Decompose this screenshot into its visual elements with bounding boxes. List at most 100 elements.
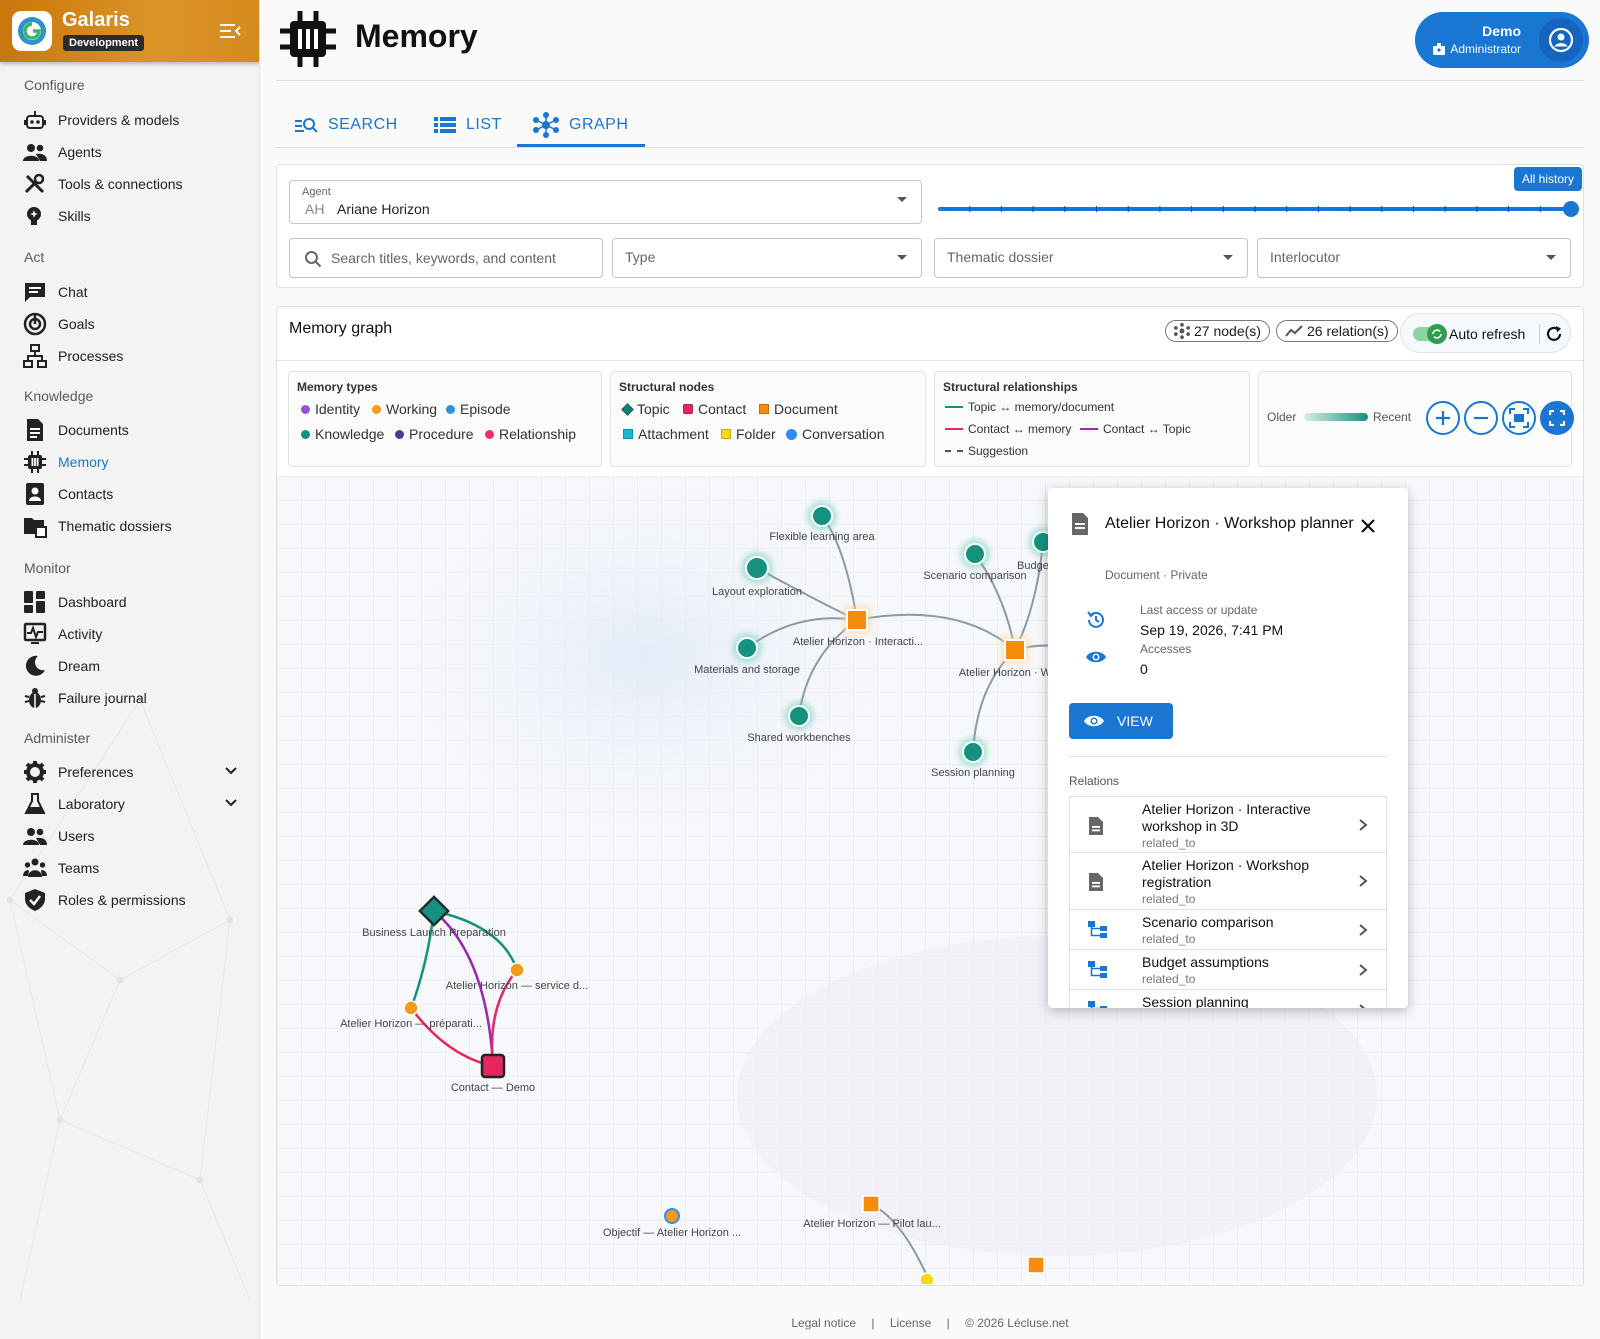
graph-node-label[interactable]: Flexible learning area [769,531,874,543]
sidebar-item-memory[interactable]: Memory [22,448,252,476]
relation-item[interactable]: Budget assumptions related_to [1069,950,1387,990]
sidebar-item-documents[interactable]: Documents [22,416,252,444]
relation-item[interactable]: Atelier Horizon · Workshop registration … [1069,853,1387,910]
galaris-logo[interactable] [12,11,52,51]
close-icon[interactable] [1360,518,1376,534]
refresh-icon[interactable] [1544,324,1564,344]
chevron-down-icon[interactable] [224,764,238,778]
moon-icon [22,654,48,678]
legend-attachment: Attachment [623,426,709,442]
graph-node-label[interactable]: Shared workbenches [747,732,850,744]
sidebar-item-label: Laboratory [58,796,125,812]
sidebar-item-skills[interactable]: Skills [22,202,252,230]
sidebar-item-label: Goals [58,316,95,332]
sidebar-item-label: Providers & models [58,112,180,128]
sidebar-item-label: Processes [58,348,124,364]
legend-suggestion: Suggestion [945,444,1028,458]
fit-view-button[interactable] [1502,401,1536,435]
relation-item[interactable]: Session planning related_to [1069,990,1387,1008]
sidebar-item-teams[interactable]: Teams [22,854,252,882]
user-name: Demo [1482,23,1521,39]
legend-relationship: Relationship [485,426,576,442]
tab-search[interactable]: SEARCH [278,104,414,146]
legend-procedure: Procedure [395,426,474,442]
sidebar-item-tools[interactable]: Tools & connections [22,170,252,198]
section-knowledge: Knowledge [24,388,94,404]
license-link[interactable]: License [890,1316,931,1330]
sidebar-item-providers[interactable]: Providers & models [22,106,252,134]
graph-node-label[interactable]: Session planning [931,767,1015,779]
agent-initials: AH [305,201,325,217]
slider-thumb[interactable] [1563,201,1579,217]
legend-knowledge: Knowledge [301,426,384,442]
sidebar-item-label: Dashboard [58,594,127,610]
sidebar-item-agents[interactable]: Agents [22,138,252,166]
eye-icon [1086,651,1106,663]
graph-node-label[interactable]: Objectif — Atelier Horizon ... [603,1227,741,1239]
sidebar-item-contacts[interactable]: Contacts [22,480,252,508]
sidebar-item-preferences[interactable]: Preferences [22,758,252,786]
tab-list[interactable]: LIST [418,104,518,146]
user-menu-button[interactable]: Demo Administrator [1415,12,1589,68]
sidebar-item-failure-journal[interactable]: Failure journal [22,684,252,712]
detail-subtitle: Document · Private [1105,568,1208,582]
document-icon [1089,873,1103,891]
graph-card-divider [277,360,1583,361]
sidebar-item-chat[interactable]: Chat [22,278,252,306]
team-icon [22,856,48,880]
zoom-out-button[interactable] [1464,401,1498,435]
graph-node-label[interactable]: Atelier Horizon — Pilot lau... [803,1218,941,1230]
relation-item[interactable]: Atelier Horizon · Interactive workshop i… [1069,796,1387,853]
view-button[interactable]: VIEW [1069,703,1173,739]
sidebar-item-processes[interactable]: Processes [22,342,252,370]
collapse-menu-icon[interactable] [218,20,242,42]
tab-graph[interactable]: GRAPH [517,104,644,146]
sidebar-item-label: Tools & connections [58,176,183,192]
interlocutor-select[interactable]: Interlocutor [1257,238,1571,278]
graph-node-label[interactable]: Scenario comparison [923,570,1026,582]
bug-icon [22,686,48,710]
document-icon [1072,513,1088,535]
sidebar-item-users[interactable]: Users [22,822,252,850]
type-select[interactable]: Type [612,238,922,278]
node-detail-panel: Atelier Horizon · Workshop planner Docum… [1048,488,1408,1008]
sidebar-item-dashboard[interactable]: Dashboard [22,588,252,616]
flask-icon [22,792,48,816]
chevron-down-icon[interactable] [224,796,238,810]
sidebar-item-roles[interactable]: Roles & permissions [22,886,252,914]
graph-node-label[interactable]: Materials and storage [694,664,800,676]
robot-icon [22,108,48,132]
graph-node-label[interactable]: Business Launch Preparation [362,927,506,939]
chat-icon [22,280,48,304]
graph-node-label[interactable]: Atelier Horizon — service d... [446,980,588,992]
legend-contact-memory: Contact ↔ memory [945,422,1071,436]
detail-title: Atelier Horizon · Workshop planner [1105,515,1354,532]
graph-node-label[interactable]: Layout exploration [712,586,802,598]
legend-identity: Identity [301,401,360,417]
legend-folder: Folder [721,426,776,442]
graph-node-label[interactable]: Atelier Horizon · Interacti... [793,636,923,648]
graph-node-label[interactable]: Atelier Horizon — préparati... [340,1018,482,1030]
agent-select[interactable]: Agent AH Ariane Horizon [289,180,922,224]
sidebar-item-laboratory[interactable]: Laboratory [22,790,252,818]
legal-notice-link[interactable]: Legal notice [791,1316,856,1330]
sidebar-item-activity[interactable]: Activity [22,620,252,648]
accesses-label: Accesses [1140,642,1192,656]
avatar[interactable] [1539,18,1583,62]
zoom-in-button[interactable] [1426,401,1460,435]
sidebar-item-dream[interactable]: Dream [22,652,252,680]
dossier-select[interactable]: Thematic dossier [934,238,1248,278]
relation-item[interactable]: Scenario comparison related_to [1069,910,1387,950]
fullscreen-button[interactable] [1540,401,1574,435]
sidebar-item-label: Documents [58,422,129,438]
section-monitor: Monitor [24,560,71,576]
plus-icon [1436,411,1450,425]
graph-node-label[interactable]: Contact — Demo [451,1082,535,1094]
search-input[interactable]: Search titles, keywords, and content [289,238,603,278]
search-list-icon [295,118,318,133]
sidebar-item-dossiers[interactable]: Thematic dossiers [22,512,252,540]
legend-conversation: Conversation [786,426,885,442]
sidebar-item-goals[interactable]: Goals [22,310,252,338]
sidebar-item-label: Chat [58,284,88,300]
page-title: Memory [355,18,478,54]
